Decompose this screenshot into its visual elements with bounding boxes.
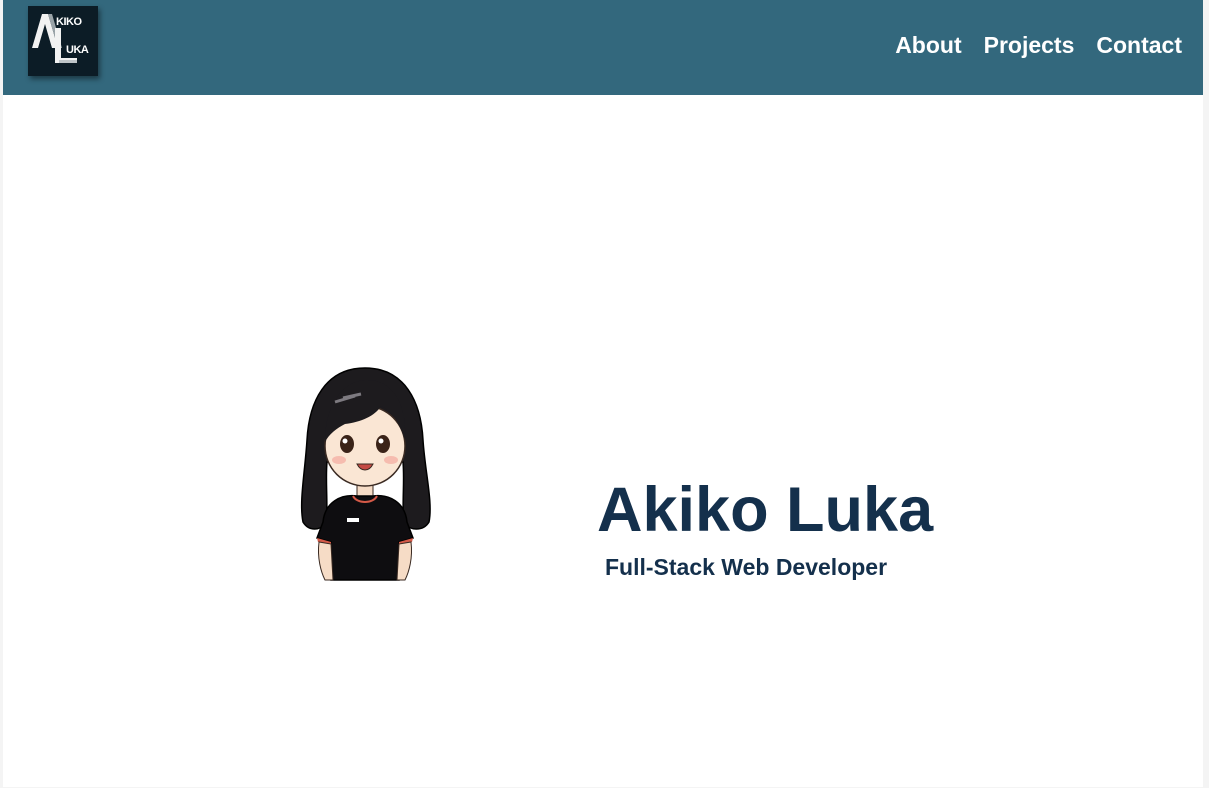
hero-job-title: Full-Stack Web Developer [605, 554, 888, 580]
chibi-girl-avatar-icon [300, 367, 431, 581]
site-logo[interactable]: KIKO UKA [28, 6, 98, 76]
logo-text-line1: KIKO [56, 16, 82, 28]
nav-link-about[interactable]: About [895, 31, 961, 59]
site-header: KIKO UKA About Projects Contact [3, 0, 1203, 95]
nav-link-contact[interactable]: Contact [1096, 31, 1182, 59]
avatar [295, 362, 435, 582]
hero-name: Akiko Luka [597, 475, 934, 545]
logo-text-line2: UKA [66, 44, 89, 56]
nav-link-projects[interactable]: Projects [984, 31, 1075, 59]
page: KIKO UKA About Projects Contact Akiko Lu… [3, 0, 1203, 787]
main-nav: About Projects Contact [895, 31, 1182, 59]
